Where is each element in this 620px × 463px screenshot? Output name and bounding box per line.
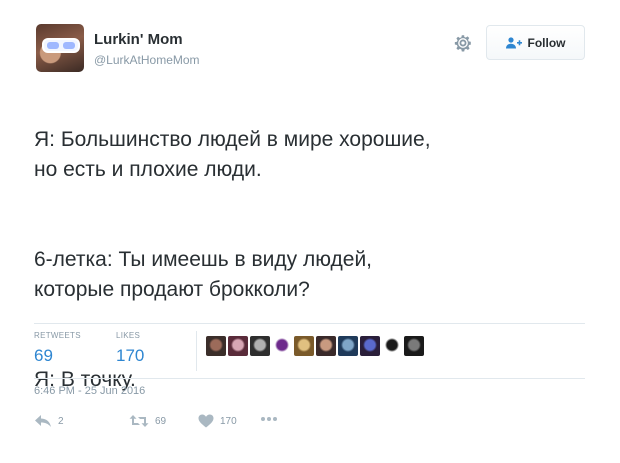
liker-avatar[interactable] (404, 336, 424, 356)
user-handle[interactable]: @LurkAtHomeMom (94, 53, 200, 67)
tweet-timestamp[interactable]: 6:46 PM - 25 Jun 2016 (34, 385, 145, 397)
user-name[interactable]: Lurkin' Mom (94, 31, 183, 48)
like-button[interactable]: 170 (198, 414, 237, 428)
avatar-lens-left (47, 42, 59, 49)
retweets-label: RETWEETS (34, 331, 81, 340)
avatar-lens-right (63, 42, 75, 49)
retweet-count: 69 (155, 415, 167, 427)
tweet-paragraph: Я: Большинство людей в мире хорошие, но … (34, 128, 431, 181)
likes-label: LIKES (116, 331, 141, 340)
liker-avatar[interactable] (316, 336, 336, 356)
liker-avatar[interactable] (360, 336, 380, 356)
retweets-count: 69 (34, 346, 53, 365)
avatar-sunglasses (44, 40, 78, 51)
retweet-icon (129, 414, 149, 428)
likes-stat[interactable]: LIKES 170 (116, 331, 144, 366)
reply-icon (34, 414, 52, 428)
tweet-text: Я: Большинство людей в мире хорошие, но … (34, 95, 594, 425)
retweets-stat[interactable]: RETWEETS 69 (34, 331, 81, 366)
tweet-card: Lurkin' Mom @LurkAtHomeMom Follow Я: Бол… (0, 0, 620, 463)
liker-avatar[interactable] (294, 336, 314, 356)
retweet-button[interactable]: 69 (129, 414, 166, 428)
user-avatar[interactable] (36, 24, 84, 72)
like-count: 170 (220, 415, 237, 427)
likes-count: 170 (116, 346, 145, 365)
liker-avatar[interactable] (228, 336, 248, 356)
divider (34, 323, 585, 324)
stats-divider (196, 331, 197, 371)
divider (34, 378, 585, 379)
follow-button-label: Follow (527, 35, 566, 50)
follow-button[interactable]: Follow (486, 25, 585, 60)
tweet-paragraph: 6-летка: Ты имеешь в виду людей, которые… (34, 248, 373, 301)
heart-icon (198, 414, 214, 428)
liker-avatar[interactable] (382, 336, 402, 356)
add-user-icon (505, 36, 522, 49)
reply-count: 2 (58, 415, 64, 427)
liker-avatar[interactable] (206, 336, 226, 356)
more-button[interactable] (260, 416, 278, 422)
liker-avatar[interactable] (338, 336, 358, 356)
more-icon (260, 416, 278, 422)
liker-avatar[interactable] (250, 336, 270, 356)
liker-avatars (206, 336, 424, 356)
liker-avatar[interactable] (272, 336, 292, 356)
gear-icon[interactable] (452, 32, 474, 54)
reply-button[interactable]: 2 (34, 414, 64, 428)
